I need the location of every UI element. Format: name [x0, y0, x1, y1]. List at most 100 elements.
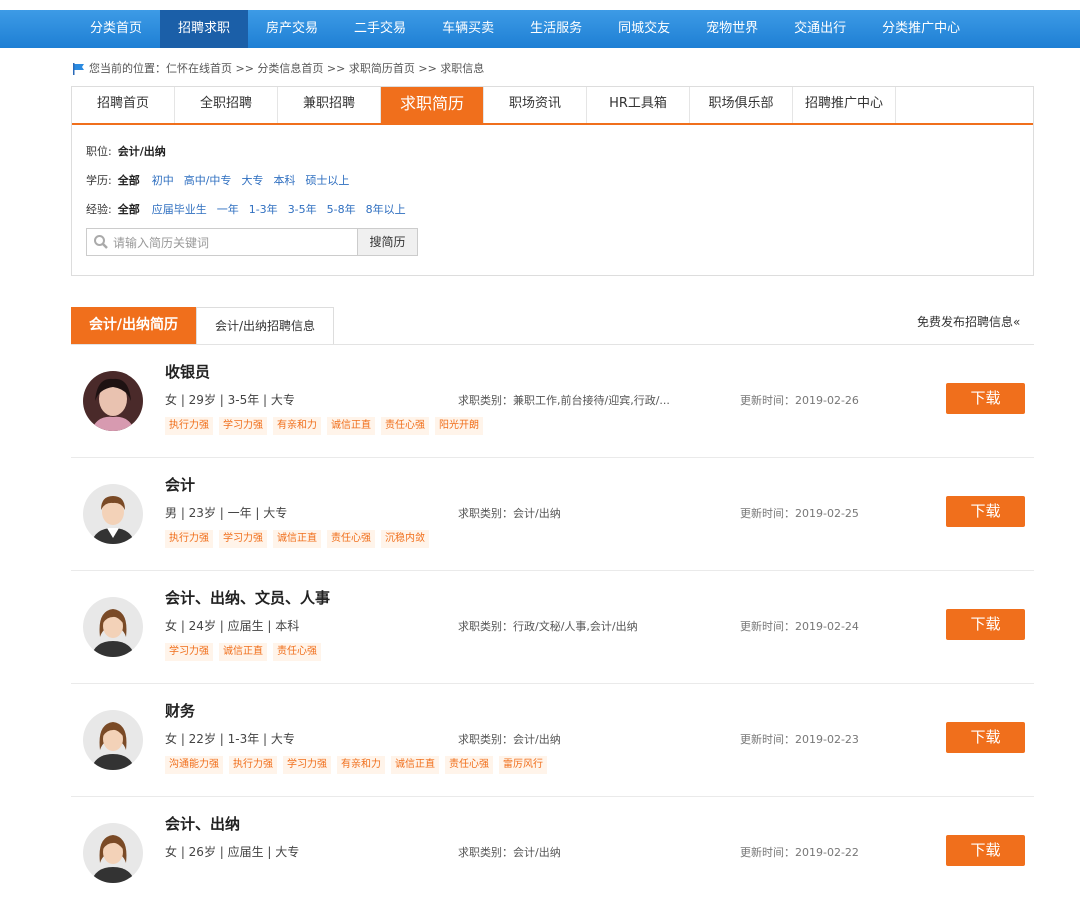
topnav-item[interactable]: 生活服务 — [512, 10, 600, 48]
filter-experience: 经验: 全部 应届毕业生 一年 1-3年 3-5年 5-8年 8年以上 — [86, 195, 1033, 224]
resume-row: 收银员 女 | 29岁 | 3-5年 | 大专 求职类别：兼职工作,前台接待/迎… — [71, 345, 1034, 458]
search-button[interactable]: 搜简历 — [358, 228, 418, 256]
resume-title[interactable]: 收银员 — [165, 361, 210, 382]
resume-row: 财务 女 | 22岁 | 1-3年 | 大专 求职类别：会计/出纳 更新时间：2… — [71, 684, 1034, 797]
download-button[interactable]: 下载 — [946, 722, 1025, 753]
resume-updated: 更新时间：2019-02-23 — [740, 733, 859, 746]
topnav-item[interactable]: 房产交易 — [248, 10, 336, 48]
topnav-item[interactable]: 同城交友 — [600, 10, 688, 48]
filter-option[interactable]: 本科 — [273, 167, 295, 195]
filter-option[interactable]: 1-3年 — [249, 196, 278, 224]
resume-title[interactable]: 会计、出纳 — [165, 813, 240, 834]
tag: 沉稳内敛 — [381, 530, 429, 548]
filter-option[interactable]: 高中/中专 — [184, 167, 232, 195]
tag: 执行力强 — [165, 417, 213, 435]
resume-updated: 更新时间：2019-02-22 — [740, 846, 859, 859]
avatar-female-icon[interactable] — [83, 710, 143, 770]
tab-news[interactable]: 职场资讯 — [484, 87, 587, 123]
avatar-female-icon[interactable] — [83, 823, 143, 883]
topnav-item[interactable]: 车辆买卖 — [424, 10, 512, 48]
resume-info: 女 | 24岁 | 应届生 | 本科 — [165, 619, 300, 633]
resume-info: 女 | 26岁 | 应届生 | 大专 — [165, 845, 300, 859]
publish-link[interactable]: 免费发布招聘信息« — [917, 313, 1020, 330]
resume-updated: 更新时间：2019-02-25 — [740, 507, 859, 520]
tag: 学习力强 — [219, 417, 267, 435]
tag: 诚信正直 — [391, 756, 439, 774]
download-button[interactable]: 下载 — [946, 835, 1025, 866]
tag: 责任心强 — [381, 417, 429, 435]
resume-title[interactable]: 会计、出纳、文员、人事 — [165, 587, 330, 608]
tag-list: 沟通能力强 执行力强 学习力强 有亲和力 诚信正直 责任心强 雷厉风行 — [165, 756, 553, 774]
resume-title[interactable]: 财务 — [165, 700, 195, 721]
breadcrumb-text: 您当前的位置：仁怀在线首页 >> 分类信息首页 >> 求职简历首页 >> 求职信… — [89, 62, 485, 75]
tab-parttime[interactable]: 兼职招聘 — [278, 87, 381, 123]
resume-category: 求职类别：会计/出纳 — [458, 507, 561, 520]
topnav-item[interactable]: 交通出行 — [776, 10, 864, 48]
channel-tabs: 招聘首页 全职招聘 兼职招聘 求职简历 职场资讯 HR工具箱 职场俱乐部 招聘推… — [72, 87, 1033, 125]
resume-title[interactable]: 会计 — [165, 474, 195, 495]
tab-club[interactable]: 职场俱乐部 — [690, 87, 793, 123]
flag-icon — [73, 63, 84, 75]
tag-list: 执行力强 学习力强 有亲和力 诚信正直 责任心强 阳光开朗 — [165, 417, 489, 435]
filter-selected[interactable]: 全部 — [118, 196, 140, 224]
resume-category: 求职类别：行政/文秘/人事,会计/出纳 — [458, 620, 638, 633]
topnav-item[interactable]: 分类首页 — [72, 10, 160, 48]
resume-info: 男 | 23岁 | 一年 | 大专 — [165, 506, 288, 520]
tag: 责任心强 — [273, 643, 321, 661]
search-icon — [94, 235, 108, 249]
tag: 诚信正直 — [219, 643, 267, 661]
resume-row: 会计 男 | 23岁 | 一年 | 大专 求职类别：会计/出纳 更新时间：201… — [71, 458, 1034, 571]
tag: 有亲和力 — [337, 756, 385, 774]
tag: 雷厉风行 — [499, 756, 547, 774]
topnav-item[interactable]: 二手交易 — [336, 10, 424, 48]
filter-option[interactable]: 硕士以上 — [305, 167, 349, 195]
tab-resumes[interactable]: 求职简历 — [381, 87, 484, 123]
tab-fulltime[interactable]: 全职招聘 — [175, 87, 278, 123]
download-button[interactable]: 下载 — [946, 383, 1025, 414]
tab-jobs-section[interactable]: 会计/出纳招聘信息 — [196, 307, 334, 344]
filter-option[interactable]: 初中 — [152, 167, 174, 195]
resume-category: 求职类别：会计/出纳 — [458, 733, 561, 746]
filter-selected[interactable]: 全部 — [118, 167, 140, 195]
avatar-photo[interactable] — [83, 371, 143, 431]
filter-education: 学历: 全部 初中 高中/中专 大专 本科 硕士以上 — [86, 166, 1033, 195]
topnav-item-active[interactable]: 招聘求职 — [160, 10, 249, 48]
topnav-item[interactable]: 宠物世界 — [688, 10, 776, 48]
download-button[interactable]: 下载 — [946, 496, 1025, 527]
tab-promotion[interactable]: 招聘推广中心 — [793, 87, 896, 123]
filter-position: 职位: 会计/出纳 — [86, 137, 1033, 166]
resume-row: 会计、出纳、文员、人事 女 | 24岁 | 应届生 | 本科 求职类别：行政/文… — [71, 571, 1034, 684]
search-placeholder: 请输入简历关键词 — [113, 235, 210, 250]
avatar-female-icon[interactable] — [83, 597, 143, 657]
tag: 学习力强 — [283, 756, 331, 774]
filter-option[interactable]: 5-8年 — [327, 196, 356, 224]
avatar-male-icon[interactable] — [83, 484, 143, 544]
resume-updated: 更新时间：2019-02-24 — [740, 620, 859, 633]
tab-hr-tools[interactable]: HR工具箱 — [587, 87, 690, 123]
topnav-item[interactable]: 分类推广中心 — [864, 10, 978, 48]
tab-recruit-home[interactable]: 招聘首页 — [72, 87, 175, 123]
tag-list: 学习力强 诚信正直 责任心强 — [165, 643, 327, 661]
filter-option[interactable]: 8年以上 — [366, 196, 406, 224]
tag: 诚信正直 — [273, 530, 321, 548]
tab-resumes-section[interactable]: 会计/出纳简历 — [71, 307, 196, 344]
tag: 执行力强 — [229, 756, 277, 774]
filter-option[interactable]: 大专 — [241, 167, 263, 195]
tag: 诚信正直 — [327, 417, 375, 435]
filter-option[interactable]: 一年 — [217, 196, 239, 224]
resume-category: 求职类别：会计/出纳 — [458, 846, 561, 859]
tag: 沟通能力强 — [165, 756, 223, 774]
resume-row: 会计、出纳 女 | 26岁 | 应届生 | 大专 求职类别：会计/出纳 更新时间… — [71, 797, 1034, 910]
tag-list: 执行力强 学习力强 诚信正直 责任心强 沉稳内敛 — [165, 530, 435, 548]
section-tabs: 会计/出纳简历 会计/出纳招聘信息 — [71, 307, 1034, 345]
download-button[interactable]: 下载 — [946, 609, 1025, 640]
filter-option[interactable]: 3-5年 — [288, 196, 317, 224]
filter-option[interactable]: 应届毕业生 — [152, 196, 207, 224]
resume-category: 求职类别：兼职工作,前台接待/迎宾,行政/... — [458, 394, 670, 407]
tag: 责任心强 — [445, 756, 493, 774]
resume-info: 女 | 22岁 | 1-3年 | 大专 — [165, 732, 295, 746]
search-input[interactable]: 请输入简历关键词 — [86, 228, 358, 256]
filter-label: 学历: — [86, 173, 112, 187]
breadcrumb: 您当前的位置：仁怀在线首页 >> 分类信息首页 >> 求职简历首页 >> 求职信… — [72, 60, 484, 78]
tag: 执行力强 — [165, 530, 213, 548]
